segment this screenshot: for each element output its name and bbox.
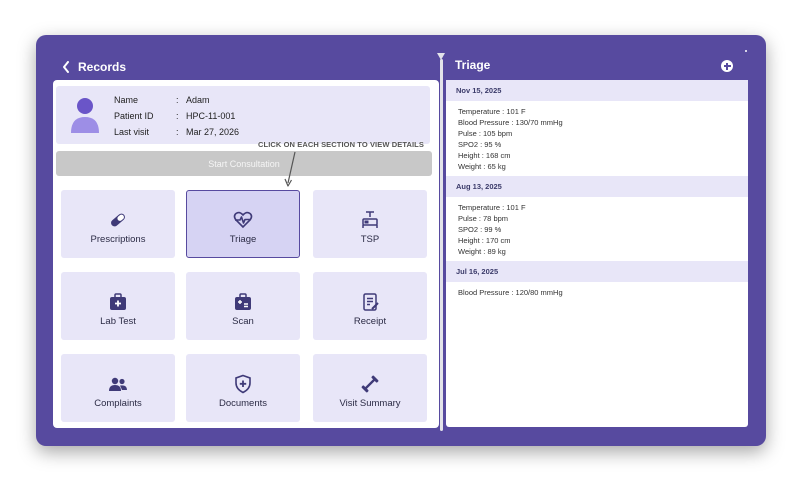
vital-item: Temperature : 101 F — [458, 107, 526, 116]
triage-title: Triage — [455, 58, 491, 72]
vitals-list: Blood Pressure : 120/80 mmHg — [446, 282, 748, 302]
last-visit-label: Last visit — [114, 127, 150, 137]
vital-item: Weight : 65 kg — [458, 162, 506, 171]
date-header: Jul 16, 2025 — [446, 261, 748, 282]
date-header: Aug 13, 2025 — [446, 176, 748, 197]
last-visit-colon: : — [176, 127, 179, 137]
tile-tsp[interactable]: TSP — [313, 190, 427, 258]
status-dot — [745, 50, 747, 52]
pill-icon — [111, 213, 125, 226]
vital-item: Temperature : 101 F — [458, 203, 526, 212]
tile-complaints[interactable]: Complaints — [61, 354, 175, 422]
records-title: Records — [78, 60, 127, 74]
tile-label: Triage — [229, 233, 257, 245]
vitals-list: Temperature : 101 F Pulse : 78 bpm SPO2 … — [446, 197, 748, 261]
vital-item: Pulse : 105 bpm — [458, 129, 513, 138]
tile-prescriptions[interactable]: Prescriptions — [61, 190, 175, 258]
vital-item: SPO2 : 95 % — [458, 140, 502, 149]
tile-documents[interactable]: Documents — [186, 354, 300, 422]
patient-info: Name : Adam Patient ID : HPC-11-001 Last… — [114, 92, 239, 140]
hint-arrow-icon — [284, 151, 296, 187]
vital-item: Pulse : 78 bpm — [458, 214, 509, 223]
tile-scan[interactable]: Scan — [186, 272, 300, 340]
tile-label: Visit Summary — [339, 397, 401, 409]
tile-receipt[interactable]: Receipt — [313, 272, 427, 340]
patient-id-value: HPC-11-001 — [186, 111, 236, 121]
name-value: Adam — [186, 95, 210, 105]
tile-label: Complaints — [94, 397, 142, 409]
vital-item: Height : 168 cm — [458, 151, 511, 160]
hint-text: CLICK ON EACH SECTION TO VIEW DETAILS — [258, 140, 424, 149]
bed-icon — [362, 210, 378, 228]
avatar-icon — [71, 98, 99, 133]
chevron-left-icon — [63, 61, 69, 73]
tile-visit-summary[interactable]: Visit Summary — [313, 354, 427, 422]
receipt-icon — [363, 292, 379, 311]
vital-item: Weight : 89 kg — [458, 247, 506, 256]
scan-icon — [235, 292, 251, 310]
dumbbell-icon — [361, 375, 379, 392]
vital-item: Blood Pressure : 120/80 mmHg — [458, 288, 563, 297]
vitals-list: Temperature : 101 F Blood Pressure : 130… — [446, 101, 748, 176]
last-visit-value: Mar 27, 2026 — [186, 127, 240, 137]
records-header: Records — [58, 56, 126, 78]
tile-label: Prescriptions — [90, 233, 146, 245]
tile-label: Lab Test — [100, 315, 136, 327]
patient-id-colon: : — [176, 111, 179, 121]
tile-label: TSP — [360, 233, 380, 245]
triage-panel: Nov 15, 2025 Temperature : 101 F Blood P… — [446, 80, 748, 427]
start-consultation-button[interactable]: Start Consultation — [56, 151, 432, 176]
vital-item: Blood Pressure : 130/70 mmHg — [458, 118, 563, 127]
tile-triage[interactable]: Triage — [186, 190, 300, 258]
patient-id-label: Patient ID — [114, 111, 154, 121]
vital-item: Height : 170 cm — [458, 236, 511, 245]
users-icon — [109, 377, 127, 391]
tile-label: Scan — [232, 315, 254, 327]
name-label: Name — [114, 95, 139, 105]
shield-icon — [235, 374, 251, 393]
add-plus-icon[interactable] — [721, 60, 733, 72]
tile-label: Documents — [218, 397, 268, 409]
date-header: Nov 15, 2025 — [446, 80, 748, 101]
back-button[interactable] — [58, 58, 74, 76]
panel-divider[interactable] — [437, 53, 445, 431]
tile-lab-test[interactable]: Lab Test — [61, 272, 175, 340]
medical-kit-icon — [110, 292, 126, 310]
vital-item: SPO2 : 99 % — [458, 225, 502, 234]
heartbeat-icon — [233, 211, 253, 228]
name-colon: : — [176, 95, 179, 105]
patient-card: Name : Adam Patient ID : HPC-11-001 Last… — [56, 86, 430, 144]
tile-label: Receipt — [353, 315, 387, 327]
